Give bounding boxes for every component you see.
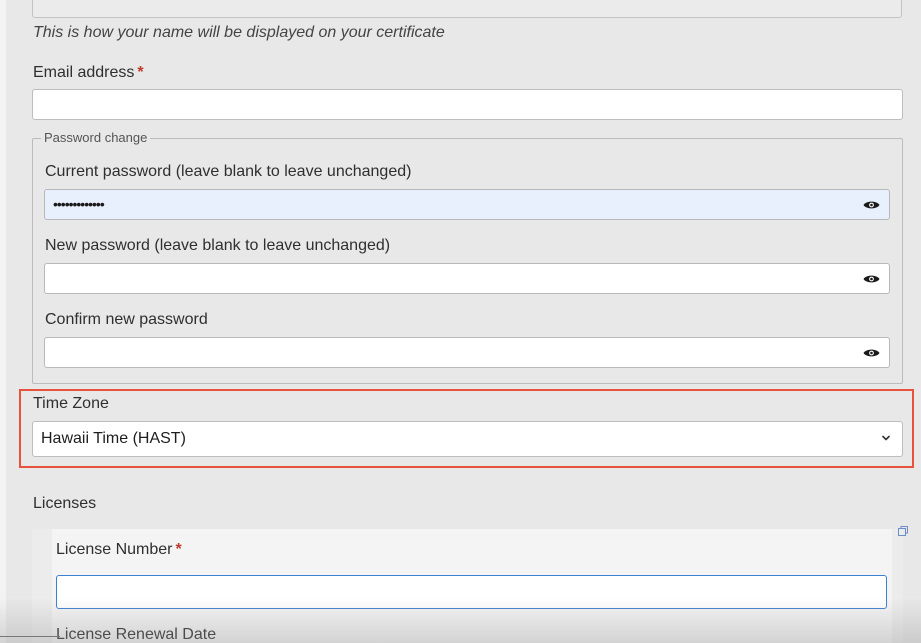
- divider: [0, 636, 60, 637]
- new-password-label: New password (leave blank to leave uncha…: [45, 237, 391, 254]
- current-password-field[interactable]: •••••••••••••: [44, 189, 890, 220]
- confirm-password-field[interactable]: [44, 337, 890, 368]
- email-label-text: Email address: [33, 64, 135, 81]
- current-password-value: •••••••••••••: [53, 196, 105, 212]
- name-hint-text: This is how your name will be displayed …: [33, 24, 445, 41]
- expand-icon[interactable]: [897, 525, 909, 537]
- profile-form-page: This is how your name will be displayed …: [0, 0, 921, 643]
- eye-icon[interactable]: [863, 273, 880, 285]
- chevron-down-icon: [882, 435, 890, 441]
- current-password-label: Current password (leave blank to leave u…: [45, 163, 412, 180]
- time-zone-selected-value: Hawaii Time (HAST): [41, 430, 186, 447]
- eye-icon[interactable]: [863, 347, 880, 359]
- new-password-field[interactable]: [44, 263, 890, 294]
- license-number-label: License Number *: [56, 541, 182, 559]
- required-marker: *: [175, 541, 182, 558]
- license-number-label-text: License Number: [56, 541, 173, 558]
- licenses-heading: Licenses: [33, 495, 97, 512]
- email-label: Email address *: [33, 64, 144, 82]
- license-number-field[interactable]: [56, 575, 887, 609]
- time-zone-select[interactable]: Hawaii Time (HAST): [32, 421, 903, 457]
- time-zone-label: Time Zone: [33, 395, 109, 412]
- left-edge: [0, 0, 6, 643]
- full-name-input[interactable]: [32, 0, 902, 18]
- eye-icon[interactable]: [863, 199, 880, 211]
- license-renewal-date-label: License Renewal Date: [56, 626, 217, 643]
- required-marker: *: [137, 64, 144, 81]
- confirm-password-label: Confirm new password: [45, 311, 208, 328]
- email-field[interactable]: [32, 89, 903, 120]
- password-change-legend: Password change: [41, 130, 151, 145]
